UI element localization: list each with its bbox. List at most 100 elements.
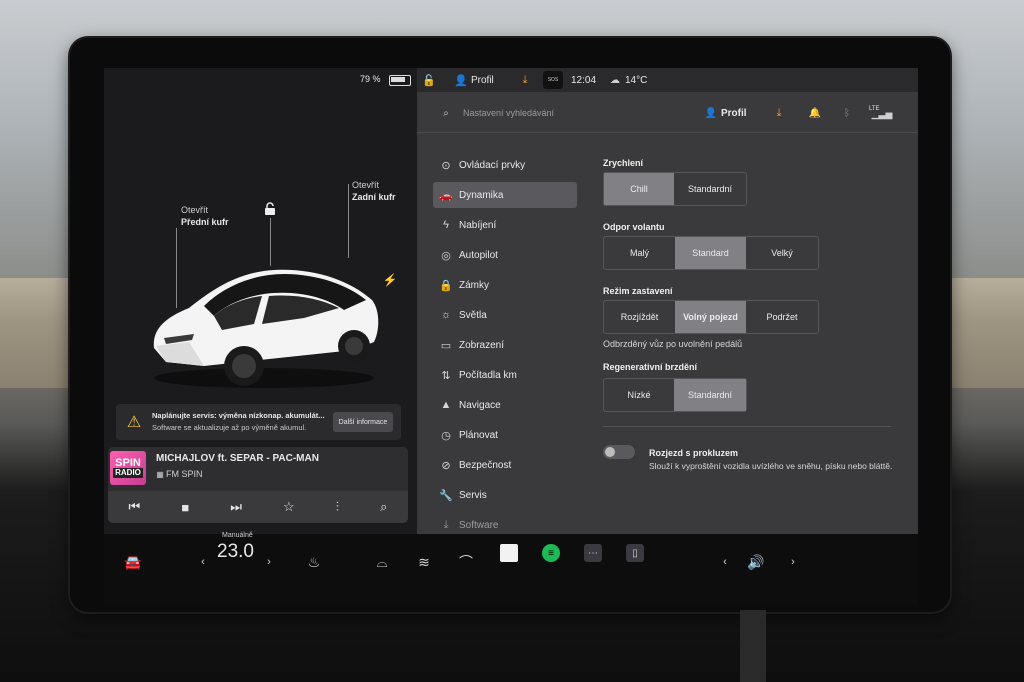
toybox-icon[interactable]: ▯ [626,544,644,562]
shield-icon: ⊘ [441,459,451,472]
regen-standard[interactable]: Standardní [674,379,746,411]
rear-defrost-icon[interactable]: ⌒ [456,548,476,576]
nav-label: Zámky [459,279,489,291]
spotify-icon[interactable]: ≡ [542,544,560,562]
slip-start-description: Slouží k vyproštění vozidla uvízlého ve … [649,461,893,471]
equalizer-icon[interactable]: ⫶ [336,499,339,515]
climate-mode: Manuálně [222,532,253,539]
outside-temp: 14°C [625,75,648,86]
clock: 12:04 [571,75,597,86]
front-defrost-icon[interactable]: ≋ [414,548,434,576]
settings-panel: 🔓 👤 Profil ⤓ SOS 12:04 ☁ 14°C ⌕ Nastaven… [417,68,918,534]
notification-body: Software se aktualizuje až po výměně aku… [152,423,307,432]
car-icon: 🚗 [439,189,453,202]
nav-label: Ovládací prvky [459,159,526,171]
nav-label: Servis [459,489,487,501]
rear-trunk-label[interactable]: Zadní kufr [352,192,396,202]
previous-icon[interactable]: ⏮ [129,499,141,515]
stop-icon[interactable]: ■ [181,500,189,515]
acceleration-chill[interactable]: Chill [604,173,674,205]
next-icon[interactable]: ⏭ [230,499,242,515]
volume-down-icon[interactable]: ‹ [720,548,730,576]
nav-label: Zobrazení [459,339,505,351]
rear-trunk-action[interactable]: Otevřít [352,180,379,190]
more-info-button[interactable]: Další informace [333,412,393,432]
car-icon[interactable]: 🚘 [120,548,146,576]
nav-schedule[interactable]: ◷ Plánovat [433,422,577,448]
nav-dynamics[interactable]: 🚗 Dynamika [433,182,577,208]
status-profile[interactable]: Profil [471,75,494,86]
nav-label: Software [459,519,499,531]
steering-heater-icon[interactable]: ⌓ [372,548,392,576]
unlock-icon[interactable] [262,200,278,216]
temp-up-icon[interactable]: › [264,548,274,576]
section-divider [603,426,891,427]
media-player: SPIN RADIO MICHAJLOV ft. SEPAR - PAC-MAN… [108,447,408,523]
stopping-creep[interactable]: Rozjíždět [604,301,675,333]
stopping-roll[interactable]: Volný pojezd [675,301,746,333]
battery-icon [389,75,411,86]
nav-label: Bezpečnost [459,459,512,471]
search-input[interactable]: Nastavení vyhledávání [463,108,554,118]
nav-display[interactable]: ▭ Zobrazení [433,332,577,358]
calendar-icon[interactable] [500,544,518,562]
acceleration-title: Zrychlení [603,158,644,168]
header-divider [417,132,918,133]
nav-autopilot[interactable]: ◎ Autopilot [433,242,577,268]
front-trunk-action[interactable]: Otevřít [181,205,208,215]
slip-start-toggle[interactable] [603,445,635,459]
search-icon[interactable]: ⌕ [380,499,387,515]
stopping-note: Odbrzděný vůz po uvolnění pedálů [603,339,743,349]
clock-icon: ◷ [441,429,451,442]
car-model [153,269,379,388]
download-icon[interactable]: ⤓ [773,107,785,119]
nav-label: Světla [459,309,487,321]
bluetooth-icon[interactable]: ᛒ [841,107,853,119]
nav-navigation[interactable]: ▲ Navigace [433,392,577,418]
header-profile[interactable]: Profil [721,108,747,119]
sos-icon[interactable]: SOS [543,71,563,89]
nav-odometer[interactable]: ⇅ Počítadla km [433,362,577,388]
steering-light[interactable]: Malý [604,237,675,269]
logo-bottom: RADIO [113,468,143,478]
nav-label: Autopilot [459,249,498,261]
nav-controls[interactable]: ⊙ Ovládací prvky [433,152,577,178]
lock-icon: 🔒 [439,279,453,292]
cabin-temperature[interactable]: 23.0 [217,541,254,563]
nav-service[interactable]: 🔧 Servis [433,482,577,508]
regen-low[interactable]: Nízké [604,379,674,411]
more-apps-icon[interactable]: ⋯ [584,544,602,562]
volume-up-icon[interactable]: › [788,548,798,576]
car-panel: 79 % Otevřít Přední kufr Otevřít Zadní k… [104,68,417,534]
warning-icon: ⚠ [126,414,142,431]
nav-locks[interactable]: 🔒 Zámky [433,272,577,298]
steering-heavy[interactable]: Velký [746,237,818,269]
steering-title: Odpor volantu [603,222,665,232]
bell-icon[interactable]: 🔔 [809,107,821,119]
radio-icon: ▦ [156,469,164,479]
nav-label: Navigace [459,399,501,411]
steering-wheel-icon: ◎ [441,249,451,262]
service-notification: ⚠ Naplánujte servis: výměna nízkonap. ak… [116,404,401,440]
lock-status-icon[interactable]: 🔓 [422,73,436,87]
nav-label: Nabíjení [459,219,497,231]
favorite-icon[interactable]: ☆ [283,499,295,515]
nav-security[interactable]: ⊘ Bezpečnost [433,452,577,478]
temp-down-icon[interactable]: ‹ [198,548,208,576]
steering-standard[interactable]: Standard [675,237,746,269]
charging-bolt-icon[interactable]: ⚡ [383,272,398,288]
front-trunk-label[interactable]: Přední kufr [181,217,229,227]
nav-lights[interactable]: ☼ Světla [433,302,577,328]
station-logo: SPIN RADIO [110,451,146,485]
rear-trunk-line [348,184,349,258]
slip-start-title: Rozjezd s prokluzem [649,448,739,458]
volume-icon[interactable]: 🔊 [744,548,768,576]
signal-icon: ▁▃▅ [871,108,893,119]
logo-top: SPIN [115,457,141,469]
stopping-hold[interactable]: Podržet [746,301,818,333]
download-icon[interactable]: ⤓ [519,73,531,87]
acceleration-standard[interactable]: Standardní [674,173,746,205]
stopping-title: Režim zastavení [603,286,673,296]
nav-charging[interactable]: ϟ Nabíjení [433,212,577,238]
seat-heater-icon[interactable]: ♨ [304,548,324,576]
